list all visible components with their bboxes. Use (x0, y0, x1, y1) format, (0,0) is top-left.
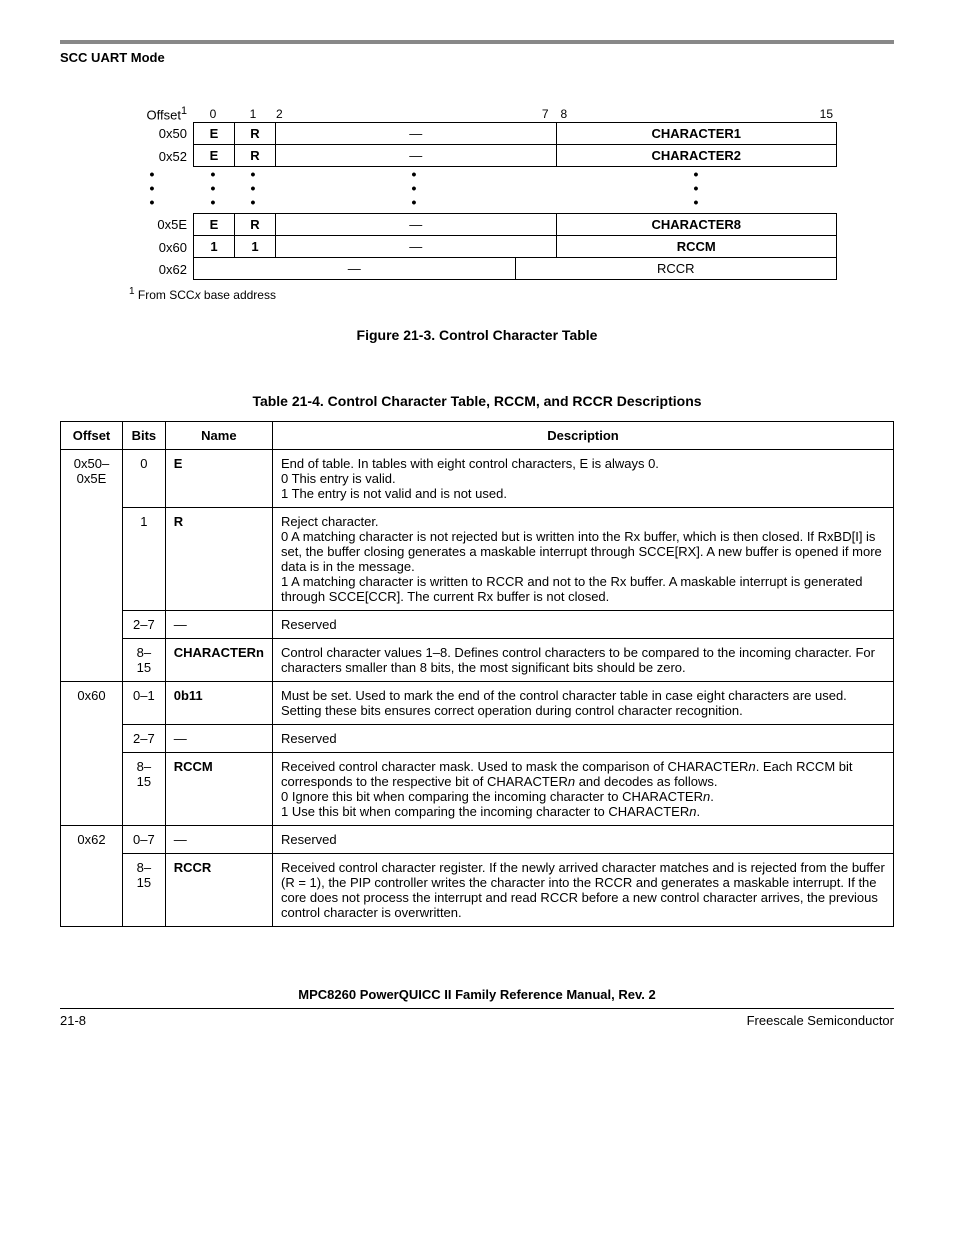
name-cell: CHARACTER1 (557, 122, 838, 145)
offset-cell: 0x60 (117, 240, 193, 255)
td-bits: 0–1 (122, 682, 165, 725)
td-name: — (165, 826, 272, 854)
table-row: 0x62 0–7 — Reserved (61, 826, 894, 854)
td-name: RCCM (165, 753, 272, 826)
footnote-text: base address (201, 288, 276, 302)
bit-15: 15 (581, 107, 838, 121)
td-bits: 8–15 (122, 639, 165, 682)
table-row: 0x60 0–1 0b11 Must be set. Used to mark … (61, 682, 894, 725)
th-name: Name (165, 422, 272, 450)
e-cell: E (193, 213, 235, 236)
td-offset: 0x62 (61, 826, 123, 927)
bit-7: 7 (296, 107, 555, 121)
td-bits: 2–7 (122, 611, 165, 639)
td-name: CHARACTERn (165, 639, 272, 682)
th-desc: Description (273, 422, 894, 450)
bit-8: 8 (555, 107, 581, 121)
td-bits: 1 (122, 508, 165, 611)
td-offset: 0x60 (61, 682, 123, 826)
e-cell: 1 (193, 236, 235, 258)
td-desc: Must be set. Used to mark the end of the… (273, 682, 894, 725)
footer-manual: MPC8260 PowerQUICC II Family Reference M… (60, 987, 894, 1002)
td-bits: 0–7 (122, 826, 165, 854)
fig-row-0x62: 0x62 — RCCR (117, 258, 837, 280)
page-number: 21-8 (60, 1013, 86, 1028)
fig-row-0x60: 0x60 1 1 — RCCM (117, 236, 837, 258)
td-bits: 8–15 (122, 854, 165, 927)
table-row: 8–15 RCCR Received control character reg… (61, 854, 894, 927)
td-bits: 8–15 (122, 753, 165, 826)
td-desc: End of table. In tables with eight contr… (273, 450, 894, 508)
td-bits: 0 (122, 450, 165, 508)
figure-wrap: Offset1 0 1 2 7 8 15 0x50 E R — CHARACTE… (60, 105, 894, 302)
footnote-sup: 1 (129, 286, 135, 297)
top-rule (60, 40, 894, 44)
td-offset: 0x50–0x5E (61, 450, 123, 682)
table-row: 8–15 RCCM Received control character mas… (61, 753, 894, 826)
td-desc: Received control character register. If … (273, 854, 894, 927)
td-desc: Received control character mask. Used to… (273, 753, 894, 826)
offset-cell: 0x50 (117, 126, 193, 141)
td-bits: 2–7 (122, 725, 165, 753)
td-desc: Control character values 1–8. Defines co… (273, 639, 894, 682)
company-name: Freescale Semiconductor (747, 1013, 894, 1028)
table-row: 0x50–0x5E 0 E End of table. In tables wi… (61, 450, 894, 508)
td-desc: Reserved (273, 611, 894, 639)
offset-label: Offset (147, 107, 181, 122)
e-cell: E (193, 122, 235, 145)
r-cell: 1 (235, 236, 276, 258)
name-cell: RCCM (557, 236, 838, 258)
bit-label-row: Offset1 0 1 2 7 8 15 (117, 105, 837, 122)
dots-row: • • • • • (117, 181, 837, 195)
dash-cell: — (276, 145, 557, 167)
table-row: 1 R Reject character. 0 A matching chara… (61, 508, 894, 611)
offset-cell: 0x52 (117, 149, 193, 164)
td-desc: Reserved (273, 826, 894, 854)
description-table: Offset Bits Name Description 0x50–0x5E 0… (60, 421, 894, 927)
td-name: E (165, 450, 272, 508)
td-name: 0b11 (165, 682, 272, 725)
td-desc: Reserved (273, 725, 894, 753)
r-cell: R (235, 122, 276, 145)
dash-cell: — (193, 258, 516, 280)
table-row: 2–7 — Reserved (61, 725, 894, 753)
bit-1: 1 (233, 107, 273, 121)
dash-cell: — (276, 236, 557, 258)
offset-cell: 0x5E (117, 217, 193, 232)
footer-rule (60, 1008, 894, 1009)
name-cell: RCCR (516, 258, 838, 280)
fig-row-0x52: 0x52 E R — CHARACTER2 (117, 145, 837, 167)
name-cell: CHARACTER8 (557, 213, 838, 236)
figure-caption: Figure 21-3. Control Character Table (60, 327, 894, 343)
dash-cell: — (276, 122, 557, 145)
footer-row: 21-8 Freescale Semiconductor (60, 1013, 894, 1028)
footnote-text: From SCC (138, 288, 195, 302)
td-name: — (165, 725, 272, 753)
table-header-row: Offset Bits Name Description (61, 422, 894, 450)
table-row: 2–7 — Reserved (61, 611, 894, 639)
table-row: 8–15 CHARACTERn Control character values… (61, 639, 894, 682)
td-name: RCCR (165, 854, 272, 927)
r-cell: R (235, 213, 276, 236)
th-offset: Offset (61, 422, 123, 450)
td-name: R (165, 508, 272, 611)
offset-sup: 1 (181, 105, 187, 117)
figure-footnote: 1 From SCCx base address (129, 286, 837, 302)
td-desc: Reject character. 0 A matching character… (273, 508, 894, 611)
offset-cell: 0x62 (117, 262, 193, 277)
dots-row: • • • • • (117, 167, 837, 181)
name-cell: CHARACTER2 (557, 145, 838, 167)
section-title: SCC UART Mode (60, 50, 894, 65)
bit-2: 2 (273, 107, 296, 121)
table-caption: Table 21-4. Control Character Table, RCC… (60, 393, 894, 409)
th-bits: Bits (122, 422, 165, 450)
e-cell: E (193, 145, 235, 167)
dash-cell: — (276, 213, 557, 236)
fig-row-0x50: 0x50 E R — CHARACTER1 (117, 122, 837, 145)
fig-row-0x5e: 0x5E E R — CHARACTER8 (117, 213, 837, 236)
bit-0: 0 (193, 107, 233, 121)
r-cell: R (235, 145, 276, 167)
td-name: — (165, 611, 272, 639)
dots-row: • • • • • (117, 195, 837, 209)
